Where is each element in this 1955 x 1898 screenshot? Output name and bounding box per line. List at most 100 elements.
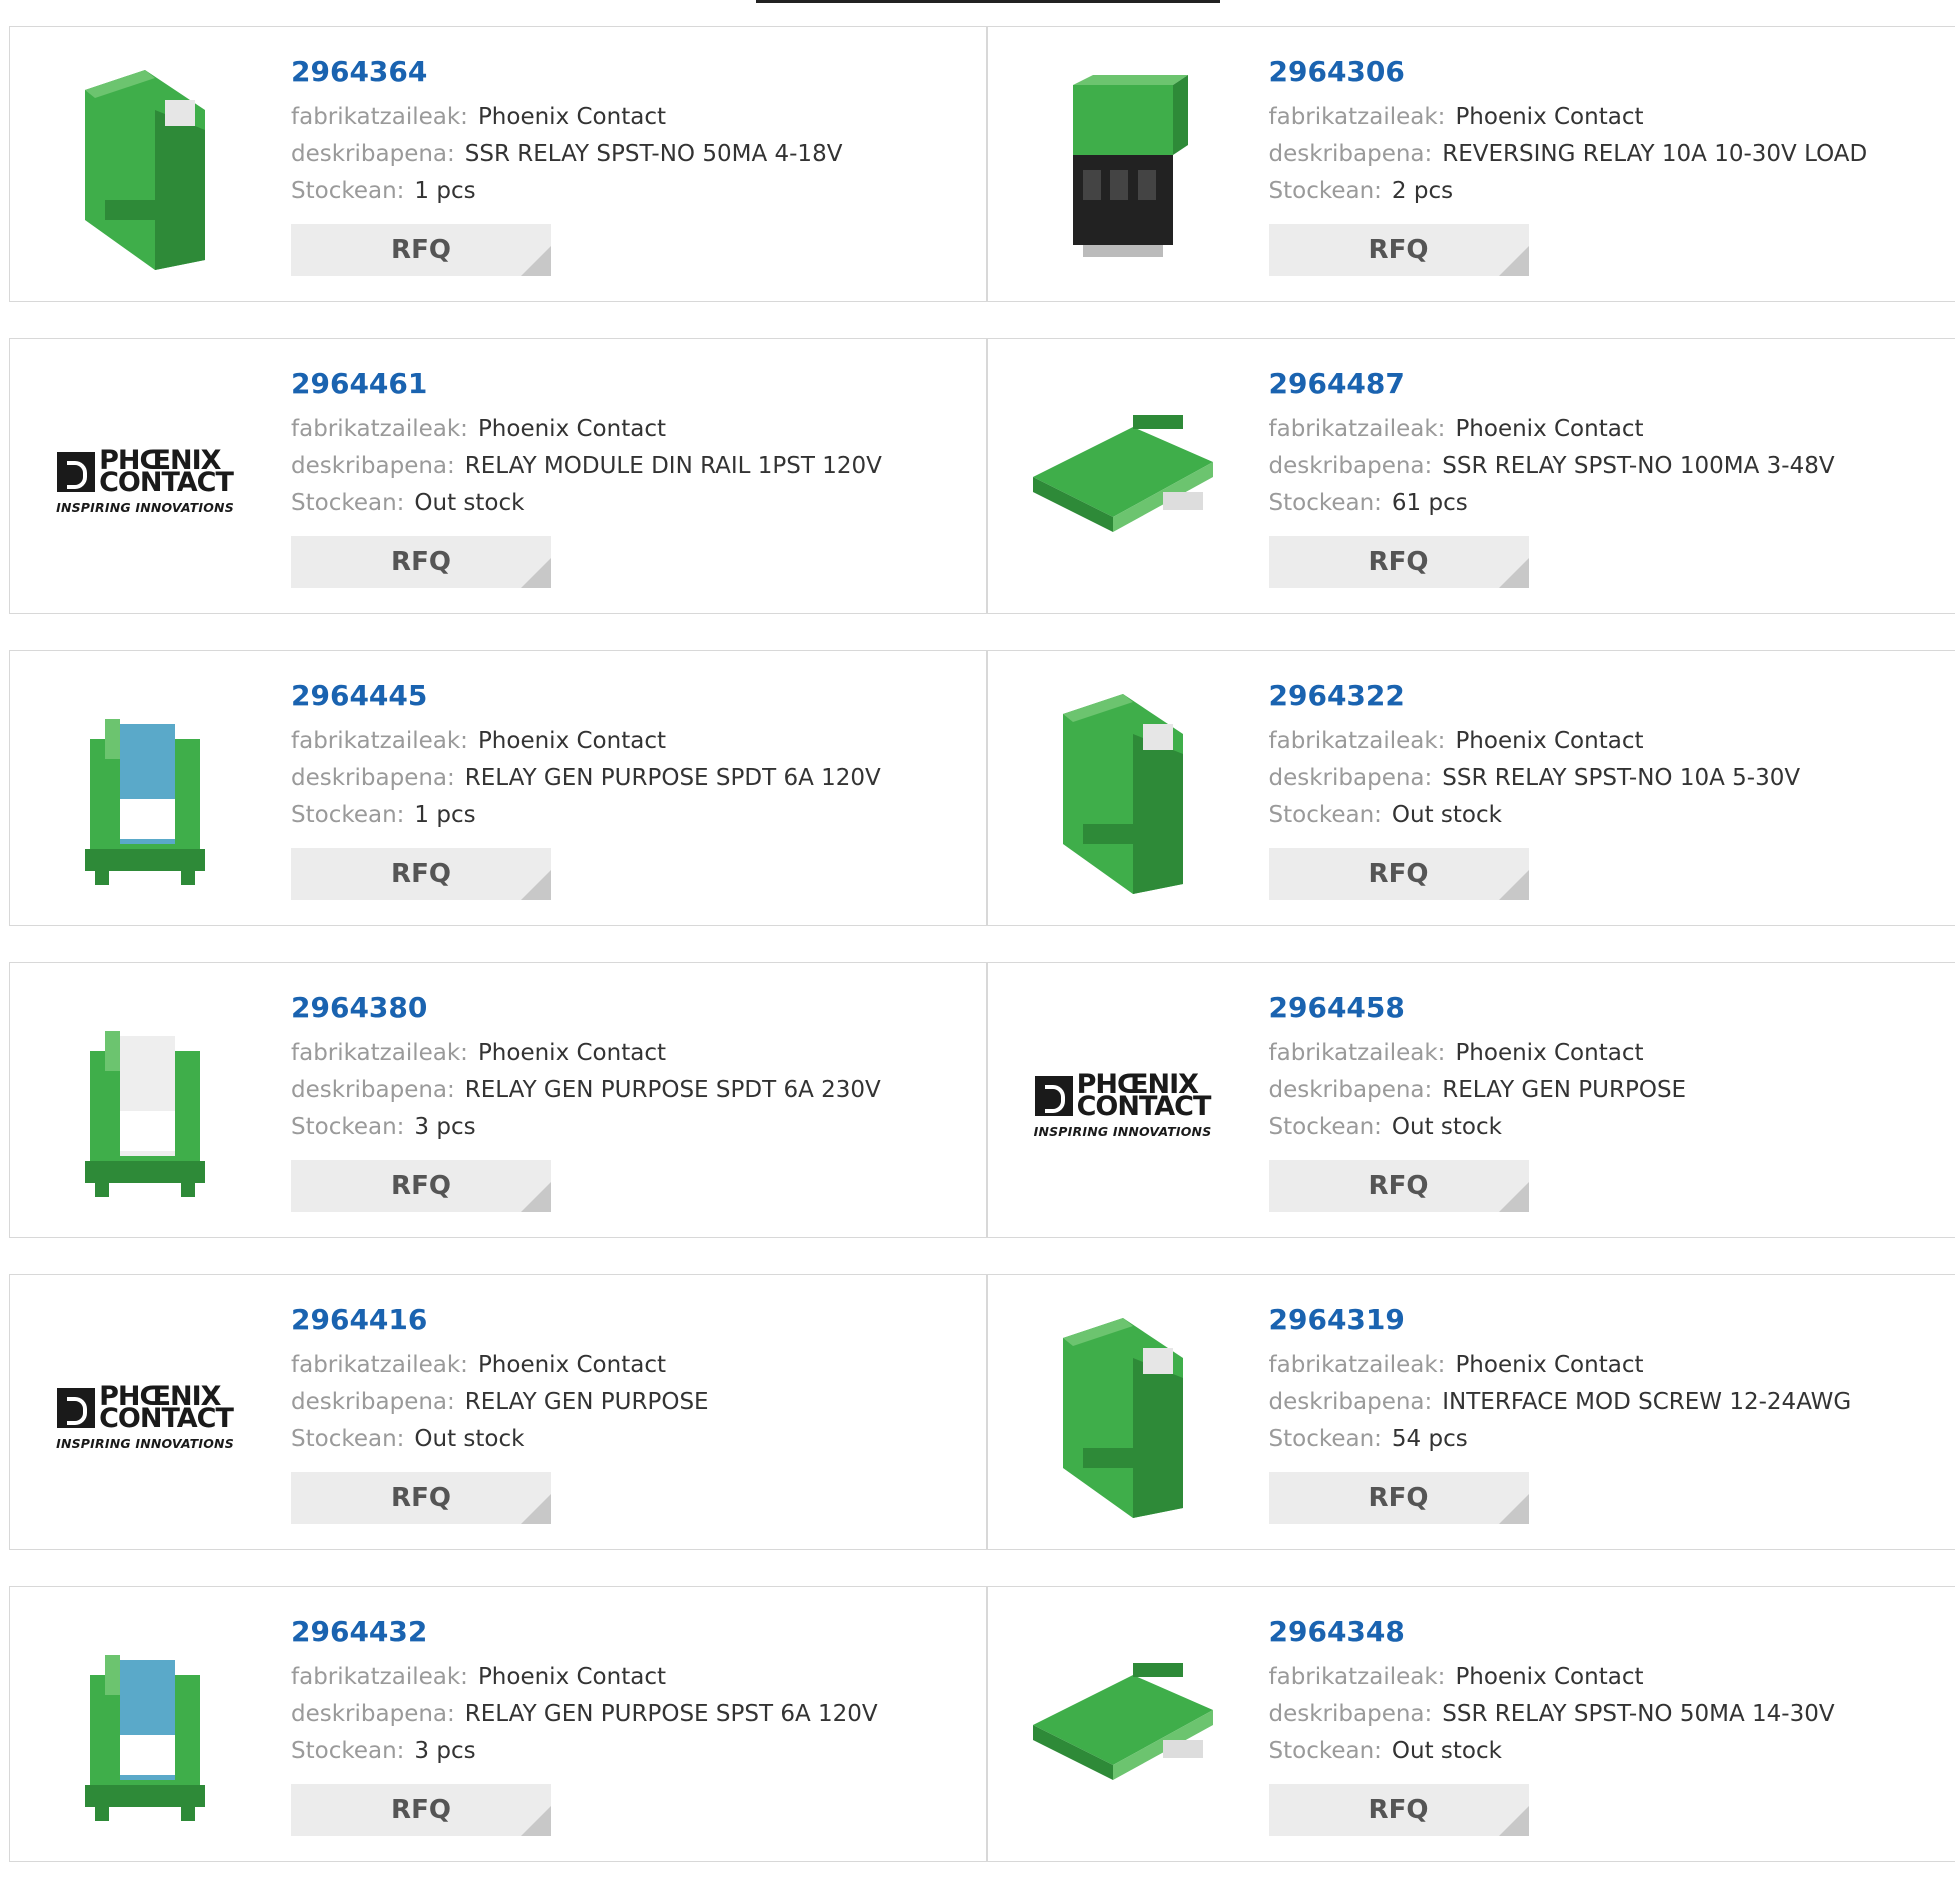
manufacturer-label: fabrikatzaileak:: [1269, 1352, 1446, 1378]
stock-label: Stockean:: [291, 490, 404, 516]
part-number-link[interactable]: 2964348: [1269, 1615, 1835, 1649]
product-image[interactable]: [1018, 65, 1228, 275]
description-line: deskribapena:RELAY GEN PURPOSE: [1269, 1072, 1687, 1109]
manufacturer-line: fabrikatzaileak: Phoenix Contact: [1269, 1347, 1852, 1384]
manufacturer-label: fabrikatzaileak:: [291, 1664, 468, 1690]
rfq-button[interactable]: RFQ: [1269, 1784, 1529, 1836]
part-number-link[interactable]: 2964380: [291, 991, 881, 1025]
part-number-link[interactable]: 2964322: [1269, 679, 1801, 713]
part-number-link[interactable]: 2964319: [1269, 1303, 1852, 1337]
manufacturer-label: fabrikatzaileak:: [291, 728, 468, 754]
product-info: 2964461 fabrikatzaileak:Phoenix Contact …: [291, 367, 882, 588]
product-image[interactable]: [1018, 1625, 1228, 1835]
part-number-link[interactable]: 2964487: [1269, 367, 1835, 401]
manufacturer-line: fabrikatzaileak:Phoenix Contact: [291, 723, 881, 760]
manufacturer-value: Phoenix Contact: [1455, 1352, 1643, 1378]
stock-value: 2 pcs: [1392, 178, 1453, 204]
relay-slim-image: [1043, 1318, 1203, 1518]
description-line: deskribapena:REVERSING RELAY 10A 10-30V …: [1269, 136, 1868, 173]
stock-label: Stockean:: [291, 1114, 404, 1140]
stock-line: Stockean:Out stock: [1269, 1733, 1835, 1770]
relay-slim-image: [65, 70, 225, 270]
stock-value: Out stock: [1392, 1114, 1502, 1140]
part-number-link[interactable]: 2964458: [1269, 991, 1687, 1025]
product-grid: 2964364 fabrikatzaileak:Phoenix Contact …: [9, 26, 1955, 1898]
manufacturer-label: fabrikatzaileak:: [1269, 1664, 1446, 1690]
stock-label: Stockean:: [1269, 1738, 1382, 1764]
rfq-button[interactable]: RFQ: [291, 1784, 551, 1836]
product-image[interactable]: [40, 1625, 250, 1835]
rfq-button[interactable]: RFQ: [1269, 1160, 1529, 1212]
stock-line: Stockean:2 pcs: [1269, 173, 1868, 210]
product-row: 2964432 fabrikatzaileak:Phoenix Contact …: [9, 1586, 1955, 1862]
product-info: 2964319 fabrikatzaileak:Phoenix Contact …: [1269, 1303, 1852, 1524]
manufacturer-value: Phoenix Contact: [1455, 728, 1643, 754]
relay-module-image: [65, 1635, 225, 1825]
manufacturer-line: fabrikatzaileak:Phoenix Contact: [291, 99, 842, 136]
product-info: 2964364 fabrikatzaileak:Phoenix Contact …: [291, 55, 842, 276]
manufacturer-value: Phoenix Contact: [478, 1352, 666, 1378]
rfq-button[interactable]: RFQ: [1269, 224, 1529, 276]
part-number-link[interactable]: 2964461: [291, 367, 882, 401]
rfq-button[interactable]: RFQ: [1269, 1472, 1529, 1524]
description-line: deskribapena:SSR RELAY SPST-NO 50MA 4-18…: [291, 136, 842, 173]
stock-line: Stockean:3 pcs: [291, 1109, 881, 1146]
stock-label: Stockean:: [291, 1738, 404, 1764]
stock-label: Stockean:: [1269, 490, 1382, 516]
product-image[interactable]: [1018, 1313, 1228, 1523]
product-image[interactable]: [1018, 689, 1228, 899]
manufacturer-line: fabrikatzaileak:Phoenix Contact: [291, 1347, 709, 1384]
manufacturer-value: Phoenix Contact: [1455, 104, 1643, 130]
product-image[interactable]: PHŒNIXCONTACT INSPIRING INNOVATIONS: [40, 1313, 250, 1523]
product-image[interactable]: [40, 65, 250, 275]
description-label: deskribapena:: [291, 765, 455, 791]
rfq-button[interactable]: RFQ: [291, 536, 551, 588]
product-card: 2964348 fabrikatzaileak:Phoenix Contact …: [987, 1586, 1955, 1862]
stock-value: 1 pcs: [414, 178, 475, 204]
product-info: 2964416 fabrikatzaileak:Phoenix Contact …: [291, 1303, 709, 1524]
rfq-button[interactable]: RFQ: [291, 224, 551, 276]
product-image[interactable]: [40, 689, 250, 899]
manufacturer-label: fabrikatzaileak:: [291, 416, 468, 442]
part-number-link[interactable]: 2964432: [291, 1615, 878, 1649]
part-number-link[interactable]: 2964416: [291, 1303, 709, 1337]
manufacturer-value: Phoenix Contact: [478, 1040, 666, 1066]
product-image[interactable]: [40, 1001, 250, 1211]
product-image[interactable]: PHŒNIXCONTACT INSPIRING INNOVATIONS: [1018, 1001, 1228, 1211]
stock-label: Stockean:: [1269, 1426, 1382, 1452]
description-value: INTERFACE MOD SCREW 12-24AWG: [1442, 1389, 1851, 1415]
stock-line: Stockean:3 pcs: [291, 1733, 878, 1770]
relay-block-image: [1048, 75, 1198, 265]
product-row: 2964364 fabrikatzaileak:Phoenix Contact …: [9, 26, 1955, 302]
rfq-button[interactable]: RFQ: [291, 1160, 551, 1212]
rfq-button[interactable]: RFQ: [1269, 536, 1529, 588]
relay-module-image: [65, 1011, 225, 1201]
description-value: RELAY GEN PURPOSE: [1442, 1077, 1686, 1103]
product-image[interactable]: PHŒNIXCONTACT INSPIRING INNOVATIONS: [40, 377, 250, 587]
rfq-button[interactable]: RFQ: [291, 1472, 551, 1524]
rfq-button[interactable]: RFQ: [1269, 848, 1529, 900]
part-number-link[interactable]: 2964445: [291, 679, 881, 713]
stock-value: 1 pcs: [414, 802, 475, 828]
stock-line: Stockean:1 pcs: [291, 797, 881, 834]
description-value: SSR RELAY SPST-NO 10A 5-30V: [1442, 765, 1800, 791]
relay-flat-image: [1023, 407, 1223, 557]
product-row: 2964380 fabrikatzaileak:Phoenix Contact …: [9, 962, 1955, 1238]
product-card: PHŒNIXCONTACT INSPIRING INNOVATIONS 2964…: [9, 1274, 987, 1550]
part-number-link[interactable]: 2964364: [291, 55, 842, 89]
description-value: RELAY GEN PURPOSE SPDT 6A 230V: [465, 1077, 881, 1103]
description-value: SSR RELAY SPST-NO 50MA 4-18V: [465, 141, 843, 167]
product-image[interactable]: [1018, 377, 1228, 587]
stock-line: Stockean:54 pcs: [1269, 1421, 1852, 1458]
stock-line: Stockean:Out stock: [1269, 1109, 1687, 1146]
part-number-link[interactable]: 2964306: [1269, 55, 1868, 89]
manufacturer-line: fabrikatzaileak:Phoenix Contact: [1269, 1035, 1687, 1072]
product-card: 2964445 fabrikatzaileak:Phoenix Contact …: [9, 650, 987, 926]
rfq-button[interactable]: RFQ: [291, 848, 551, 900]
description-value: SSR RELAY SPST-NO 100MA 3-48V: [1442, 453, 1834, 479]
manufacturer-value: Phoenix Contact: [478, 416, 666, 442]
product-row: 2964445 fabrikatzaileak:Phoenix Contact …: [9, 650, 1955, 926]
manufacturer-line: fabrikatzaileak:Phoenix Contact: [291, 1035, 881, 1072]
product-info: 2964458 fabrikatzaileak:Phoenix Contact …: [1269, 991, 1687, 1212]
product-info: 2964432 fabrikatzaileak:Phoenix Contact …: [291, 1615, 878, 1836]
